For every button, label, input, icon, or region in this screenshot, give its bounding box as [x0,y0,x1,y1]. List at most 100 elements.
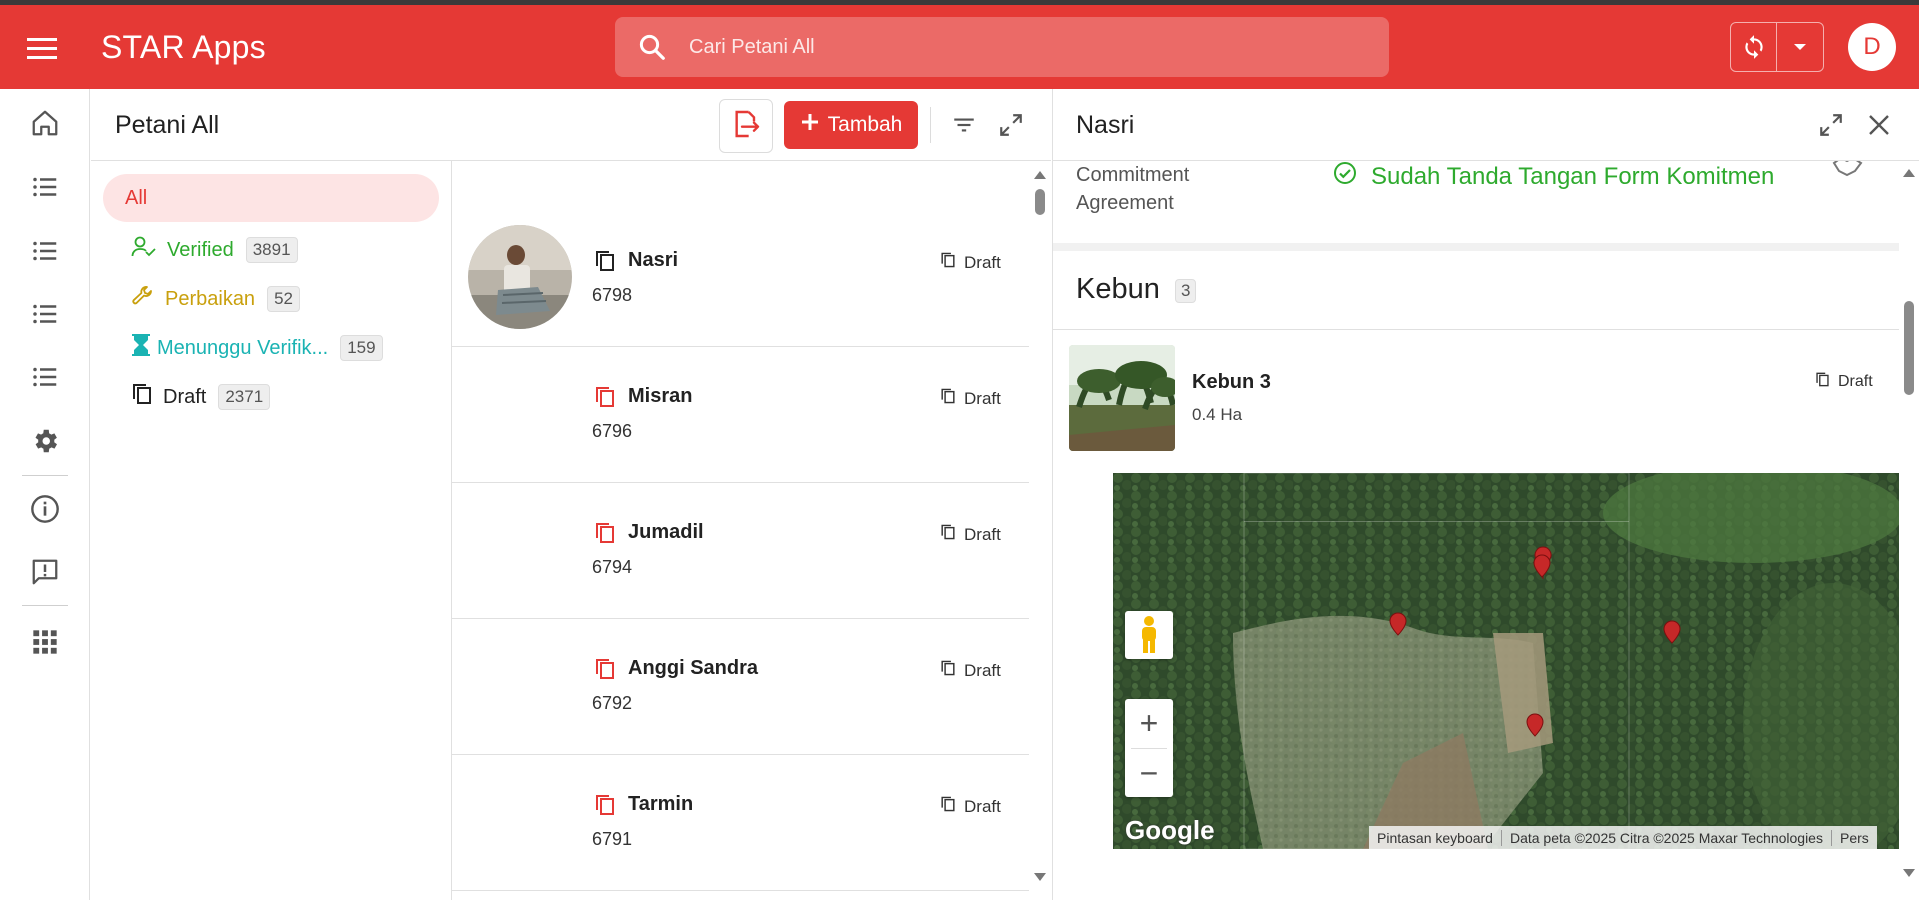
sync-icon[interactable] [1731,23,1778,71]
google-logo: Google [1125,815,1215,845]
app-bar: STAR Apps D [0,5,1919,89]
expand-icon[interactable] [1813,107,1849,143]
list-icon[interactable] [21,227,69,275]
commitment-value: Sudah Tanda Tangan Form Komitmen [1371,162,1775,190]
filter-label: Draft [163,385,207,408]
status-badge: Draft [1815,371,1873,393]
copy-icon [131,382,153,412]
filter-label: Menunggu Verifik... [157,336,329,359]
map-zoom-controls: + − [1125,699,1173,797]
list-scrollbar[interactable] [1030,161,1050,900]
kebun-map[interactable]: + − Google Pintasan keyboard Data peta ©… [1113,473,1899,849]
filter-perbaikan[interactable]: Perbaikan 52 [131,275,300,323]
status-badge: Draft [940,659,1001,682]
rail-divider [22,605,68,606]
farmer-name: Anggi Sandra [628,657,759,679]
hourglass-icon [131,333,151,363]
feedback-icon[interactable] [21,548,69,596]
filter-count-badge: 3891 [245,237,298,263]
apps-grid-icon[interactable] [21,618,69,666]
header-divider [930,107,931,143]
filter-all[interactable]: All [103,174,439,222]
home-icon[interactable] [21,99,69,147]
panel-title: Petani All [115,111,220,139]
gear-icon[interactable] [21,417,69,465]
rail-divider [22,475,68,476]
filter-verified[interactable]: Verified 3891 [131,226,298,274]
filter-count-badge: 52 [267,286,300,312]
wrench-icon [131,284,155,314]
filter-label: Verified [167,238,234,261]
add-button[interactable]: Tambah [784,101,918,149]
kebun-title: Kebun [1076,273,1160,305]
filter-count-badge: 2371 [218,384,271,410]
close-icon[interactable] [1861,107,1897,143]
menu-icon[interactable] [22,29,62,69]
filter-draft[interactable]: Draft 2371 [131,373,271,421]
status-label: Draft [1838,373,1873,390]
filter-menunggu-verifikasi[interactable]: Menunggu Verifik... 159 [131,324,383,372]
export-icon [730,108,762,145]
info-icon[interactable] [21,485,69,533]
kebun-count-badge: 3 [1175,279,1197,303]
kebun-photo [1069,345,1175,451]
list-item[interactable]: Tarmin 6791 Draft [452,755,1029,891]
user-avatar[interactable]: D [1848,23,1896,71]
commitment-status: Sudah Tanda Tangan Form Komitmen [1333,161,1774,192]
copy-icon-red [594,521,616,550]
copy-icon [1815,371,1830,393]
list-item[interactable]: Misran 6796 Draft [452,347,1029,483]
kebun-list-item[interactable]: Kebun 3 0.4 Ha Draft [1053,345,1899,455]
keyboard-shortcuts-link[interactable]: Pintasan keyboard [1369,829,1502,846]
copy-icon-red [594,657,616,686]
list-item[interactable]: Jumadil 6794 Draft [452,483,1029,619]
farmer-id: 6798 [592,285,633,305]
filter-label: Perbaikan [165,287,256,310]
farmer-id: 6796 [592,421,633,441]
nav-rail [0,89,90,900]
export-button[interactable] [719,99,773,153]
status-label: Draft [964,796,1001,816]
status-badge: Draft [940,523,1001,546]
detail-scrollbar[interactable] [1899,161,1919,900]
satellite-imagery [1113,473,1899,849]
section-divider [1053,243,1899,251]
user-check-icon [131,235,157,265]
add-button-label: Tambah [827,113,903,136]
farmer-name: Misran [628,385,693,407]
commitment-label-line1: Commitment [1076,164,1190,186]
status-label: Draft [964,660,1001,680]
farmer-id: 6792 [592,693,633,713]
terms-link[interactable]: Pers [1832,830,1877,846]
chevron-down-icon[interactable] [1777,23,1823,71]
expand-icon[interactable] [993,107,1029,143]
check-circle-icon [1333,161,1357,192]
list-icon[interactable] [21,290,69,338]
list-icon[interactable] [21,353,69,401]
zoom-in-button[interactable]: + [1125,699,1173,748]
filter-icon[interactable] [946,107,982,143]
copy-icon [594,249,616,278]
map-attribution: Pintasan keyboard Data peta ©2025 Citra … [1369,826,1877,849]
status-label: Draft [964,252,1001,272]
copy-icon [940,659,956,682]
copy-icon-red [594,793,616,822]
status-label: Draft [964,524,1001,544]
copy-icon [940,387,956,410]
handshake-icon[interactable] [1831,161,1865,184]
farmer-list: Nasri 6798 Draft Misran 6796 Draft Jumad… [452,161,1029,900]
list-item[interactable]: Nasri 6798 Draft [452,211,1029,347]
kebun-section-header: Kebun 3 [1053,251,1899,330]
commitment-label: Commitment Agreement [1076,161,1189,217]
list-item[interactable]: Anggi Sandra 6792 Draft [452,619,1029,755]
list-icon[interactable] [21,163,69,211]
detail-panel-body: Commitment Agreement Sudah Tanda Tangan … [1052,161,1899,900]
farmer-photo [468,225,572,329]
search-input[interactable] [689,35,1289,59]
search-bar[interactable] [615,17,1389,77]
filter-count-badge: 159 [340,335,383,361]
street-view-pegman-icon[interactable] [1125,611,1173,659]
search-icon [615,32,689,62]
zoom-out-button[interactable]: − [1125,749,1173,798]
sync-button-group [1730,22,1824,72]
